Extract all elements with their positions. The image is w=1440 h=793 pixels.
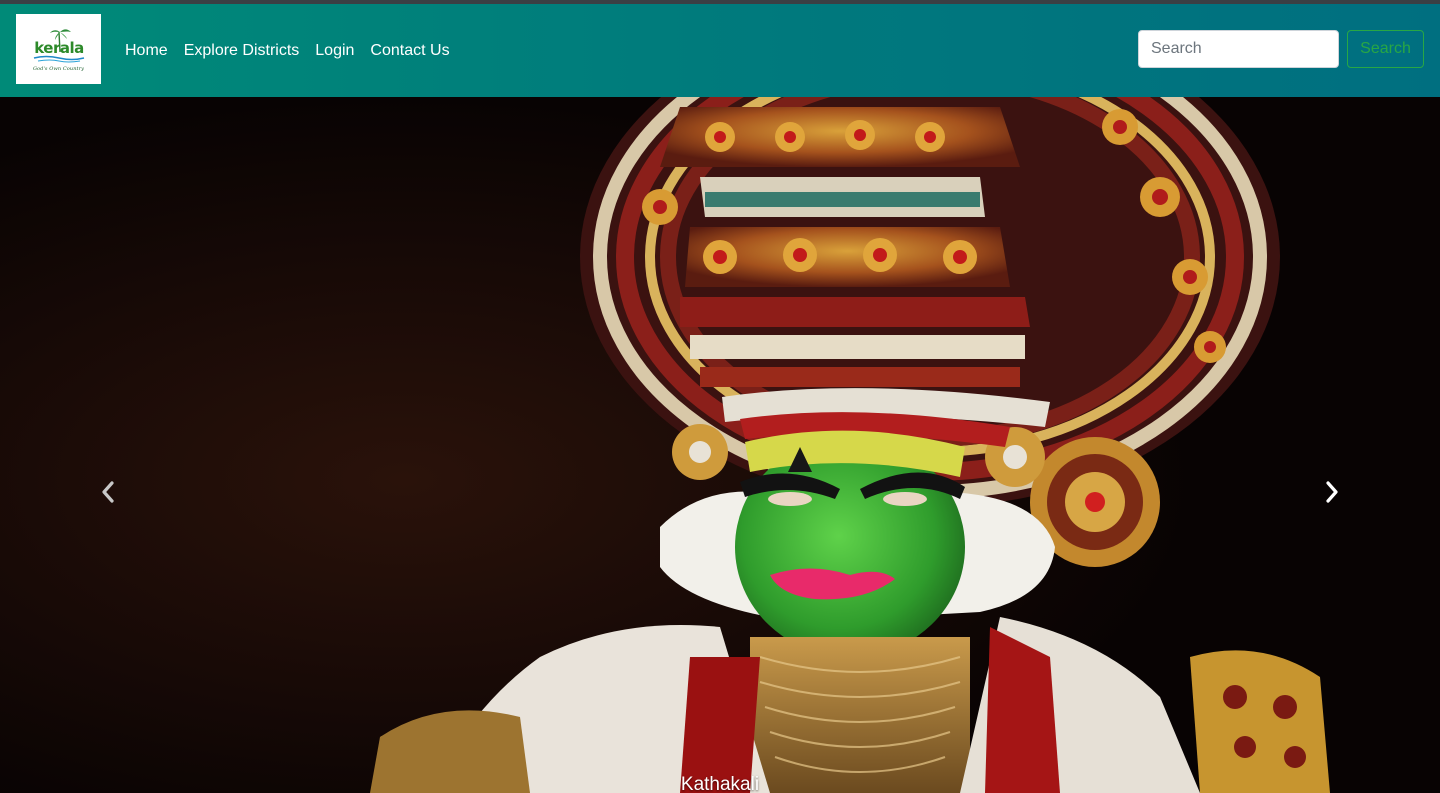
carousel-prev-button[interactable] — [93, 477, 123, 507]
carousel-next-button[interactable] — [1317, 477, 1347, 507]
nav-links: Home Explore Districts Login Contact Us — [125, 4, 466, 97]
palm-tree-icon: kerala — [33, 29, 84, 63]
search-input[interactable] — [1138, 30, 1339, 68]
logo-tagline: God's Own Country — [32, 66, 85, 72]
hero-carousel: Kathakali — [0, 97, 1440, 793]
kerala-logo[interactable]: kerala God's Own Country — [16, 14, 101, 84]
search-button[interactable]: Search — [1347, 30, 1424, 68]
nav-link-home[interactable]: Home — [125, 42, 168, 59]
nav-link-contact-us[interactable]: Contact Us — [370, 42, 449, 59]
svg-text:kerala: kerala — [34, 39, 84, 57]
chevron-right-icon — [1326, 481, 1338, 503]
navbar: kerala God's Own Country Home Explore Di… — [0, 4, 1440, 97]
chevron-left-icon — [102, 481, 114, 503]
carousel-caption: Kathakali — [680, 774, 760, 793]
nav-link-login[interactable]: Login — [315, 42, 354, 59]
nav-link-explore-districts[interactable]: Explore Districts — [184, 42, 300, 59]
kathakali-image — [0, 97, 1440, 793]
